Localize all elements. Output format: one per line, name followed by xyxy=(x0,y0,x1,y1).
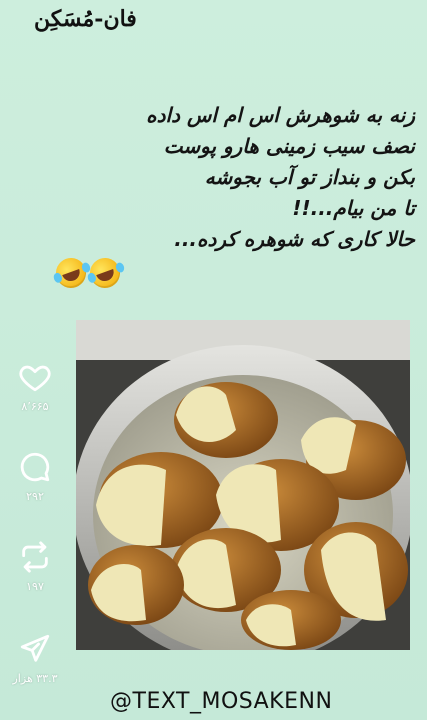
repost-icon xyxy=(22,541,48,573)
like-count: ۸٬۶۶۵ xyxy=(21,400,49,413)
account-handle[interactable]: @TEXT_MOSAKENN xyxy=(110,689,332,714)
share-count: ۳۳.۳ هزار xyxy=(12,672,58,685)
emoji-row xyxy=(51,253,125,293)
caption-line: زنه به شوهرش اس ام اس داده xyxy=(146,103,415,127)
caption-line: بکن و بنداز تو آب بجوشه xyxy=(204,165,415,189)
comment-button[interactable]: ۲۹۲ xyxy=(12,450,58,503)
laughing-emoji-icon xyxy=(85,253,125,293)
send-icon xyxy=(20,634,50,662)
comment-icon xyxy=(20,452,50,482)
repost-button[interactable]: ۱۹۷ xyxy=(12,540,58,593)
share-button[interactable]: ۳۳.۳ هزار xyxy=(12,632,58,685)
caption-line: نصف سیب زمینی هارو پوست xyxy=(163,134,415,158)
comment-count: ۲۹۲ xyxy=(26,490,44,503)
post-caption: زنه به شوهرش اس ام اس داده نصف سیب زمینی… xyxy=(44,100,415,255)
heart-icon xyxy=(19,365,51,392)
pot-of-potatoes-image xyxy=(76,320,410,650)
laughing-emoji-icon xyxy=(51,253,91,293)
brand-logo: فان-مُسَکِن xyxy=(34,6,137,32)
caption-line: حالا کاری که شوهره کرده... xyxy=(174,227,415,251)
repost-count: ۱۹۷ xyxy=(26,580,44,593)
post-photo xyxy=(76,320,410,650)
caption-line: تا من بیام...!! xyxy=(292,196,415,220)
like-button[interactable]: ۸٬۶۶۵ xyxy=(12,360,58,413)
